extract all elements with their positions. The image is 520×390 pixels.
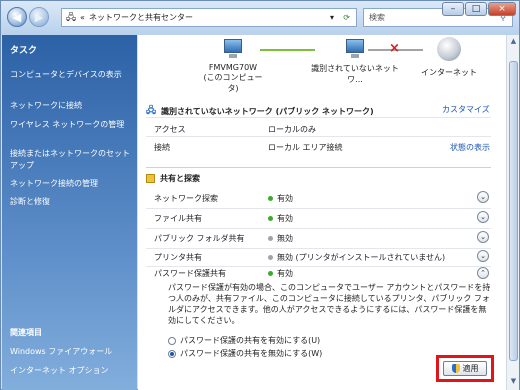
expand-chevron-icon[interactable]: ⌄ — [477, 211, 489, 223]
address-dropdown-icon[interactable]: ▾ — [330, 13, 334, 22]
row-status: 有効 — [277, 269, 293, 278]
row-status: 無効 (プリンタがインストールされていません) — [277, 253, 446, 262]
scroll-up-icon[interactable]: ▲ — [509, 37, 518, 46]
collapse-chevron-icon[interactable]: ⌃ — [477, 267, 489, 279]
sidebar-item-manage-connections[interactable]: ネットワーク接続の管理 — [10, 178, 134, 190]
scroll-thumb[interactable] — [509, 61, 518, 361]
sidebar-item-wireless[interactable]: ワイヤレス ネットワークの管理 — [10, 119, 134, 131]
sidebar-item-internet-options[interactable]: インターネット オプション — [10, 365, 134, 377]
connection-label: 接続 — [154, 143, 170, 152]
search-placeholder: 検索 — [369, 13, 385, 22]
sidebar-title: タスク — [10, 46, 38, 56]
row-label: プリンタ共有 — [154, 253, 202, 262]
connection-value: ローカル エリア接続 — [268, 143, 343, 152]
expand-chevron-icon[interactable]: ⌄ — [477, 191, 489, 203]
computer-icon — [220, 39, 246, 59]
sharing-section-title: 共有と探索 — [160, 174, 200, 183]
close-button[interactable]: × — [488, 2, 516, 16]
internet-label: インターネット — [421, 68, 477, 77]
related-title: 関連項目 — [10, 328, 42, 337]
title-bar: ◀ ▶ 🖧 « ネットワークと共有センター ▾ ⟳ 検索 ⚲ – □ × — [1, 1, 519, 35]
row-status: 有効 — [277, 214, 293, 223]
vertical-scrollbar[interactable]: ▲ ▼ — [506, 35, 519, 390]
sidebar-item-connect[interactable]: ネットワークに接続 — [10, 100, 134, 112]
computer-node: FMVMG70W (このコンピュータ) — [198, 39, 268, 94]
row-label: ファイル共有 — [154, 214, 202, 223]
sidebar-item-setup[interactable]: 接続またはネットワークのセットアップ — [10, 148, 134, 172]
sharing-section-header: 共有と探索 — [146, 173, 200, 184]
network-node: 識別されていないネットワ... — [310, 39, 400, 85]
radio-disable-password[interactable]: パスワード保護の共有を無効にする(W) — [168, 348, 322, 359]
apply-label[interactable]: 適用 — [463, 363, 479, 374]
computer-name: FMVMG70W — [208, 63, 258, 72]
internet-node: インターネット — [414, 37, 484, 78]
status-on-icon — [268, 196, 273, 201]
divider — [146, 136, 491, 137]
access-label: アクセス — [154, 125, 186, 134]
maximize-button[interactable]: □ — [465, 2, 487, 16]
sidebar-item-view-devices[interactable]: コンピュータとデバイスの表示 — [10, 69, 134, 81]
radio-label[interactable]: パスワード保護の共有を有効にする(U) — [180, 335, 320, 346]
radio-circle-checked-icon[interactable] — [168, 349, 176, 358]
row-value: 有効 — [268, 213, 293, 224]
computer-sub: (このコンピュータ) — [203, 73, 263, 93]
network-computers-icon — [342, 39, 368, 59]
address-bar[interactable]: 🖧 « ネットワークと共有センター ▾ ⟳ — [61, 8, 357, 27]
access-value: ローカルのみ — [268, 125, 316, 134]
divider — [146, 208, 491, 209]
connection-line-icon — [260, 49, 315, 51]
row-label: ネットワーク探索 — [154, 194, 218, 203]
row-value: 無効 — [268, 233, 293, 244]
network-name: 識別されていないネットワ... — [311, 64, 399, 84]
apply-highlight: 適用 — [436, 355, 494, 382]
network-sharing-center-window: ◀ ▶ 🖧 « ネットワークと共有センター ▾ ⟳ 検索 ⚲ – □ × タスク… — [0, 0, 520, 390]
divider — [146, 248, 491, 249]
network-section-title: 識別されていないネットワーク (パブリック ネットワーク) — [161, 106, 374, 116]
main-content: FMVMG70W (このコンピュータ) 識別されていないネットワ... × イン… — [138, 35, 506, 390]
forward-button[interactable]: ▶ — [29, 7, 49, 27]
globe-icon — [437, 37, 461, 61]
expand-chevron-icon[interactable]: ⌄ — [477, 250, 489, 262]
view-status-link[interactable]: 状態の表示 — [450, 142, 490, 153]
status-off-icon — [268, 236, 273, 241]
divider — [146, 167, 491, 168]
row-label: パスワード保護共有 — [154, 269, 226, 278]
disconnected-x-icon: × — [389, 41, 400, 56]
scroll-down-icon[interactable]: ▼ — [509, 377, 518, 386]
row-status: 有効 — [277, 194, 293, 203]
address-text: ネットワークと共有センター — [88, 13, 193, 22]
back-button[interactable]: ◀ — [7, 7, 27, 27]
uac-shield-icon — [451, 364, 460, 373]
refresh-icon[interactable]: ⟳ — [343, 13, 350, 22]
sidebar-item-firewall[interactable]: Windows ファイアウォール — [10, 346, 134, 358]
status-off-icon — [268, 255, 273, 260]
address-chevron-icon: « — [80, 13, 85, 22]
radio-circle-icon[interactable] — [168, 336, 176, 345]
sharing-icon — [146, 174, 155, 183]
expand-chevron-icon[interactable]: ⌄ — [477, 231, 489, 243]
row-value: 有効 — [268, 268, 293, 279]
status-on-icon — [268, 216, 273, 221]
customize-link[interactable]: カスタマイズ — [442, 104, 490, 115]
row-label: パブリック フォルダ共有 — [154, 234, 245, 243]
minimize-button[interactable]: – — [442, 2, 464, 16]
row-value: 無効 (プリンタがインストールされていません) — [268, 252, 445, 263]
divider — [146, 266, 491, 267]
network-icon: 🖧 — [66, 12, 77, 23]
task-sidebar: タスク コンピュータとデバイスの表示 ネットワークに接続 ワイヤレス ネットワー… — [2, 35, 137, 390]
network-map: FMVMG70W (このコンピュータ) 識別されていないネットワ... × イン… — [138, 35, 506, 93]
row-status: 無効 — [277, 234, 293, 243]
status-on-icon — [268, 271, 273, 276]
password-protection-description: パスワード保護が有効の場合、このコンピュータでユーザー アカウントとパスワードを… — [168, 283, 491, 325]
divider — [146, 228, 491, 229]
radio-enable-password[interactable]: パスワード保護の共有を有効にする(U) — [168, 335, 320, 346]
apply-button[interactable]: 適用 — [443, 361, 487, 376]
radio-label[interactable]: パスワード保護の共有を無効にする(W) — [180, 348, 322, 359]
row-value: 有効 — [268, 193, 293, 204]
divider — [146, 117, 491, 118]
sidebar-item-diagnose[interactable]: 診断と修復 — [10, 196, 134, 208]
